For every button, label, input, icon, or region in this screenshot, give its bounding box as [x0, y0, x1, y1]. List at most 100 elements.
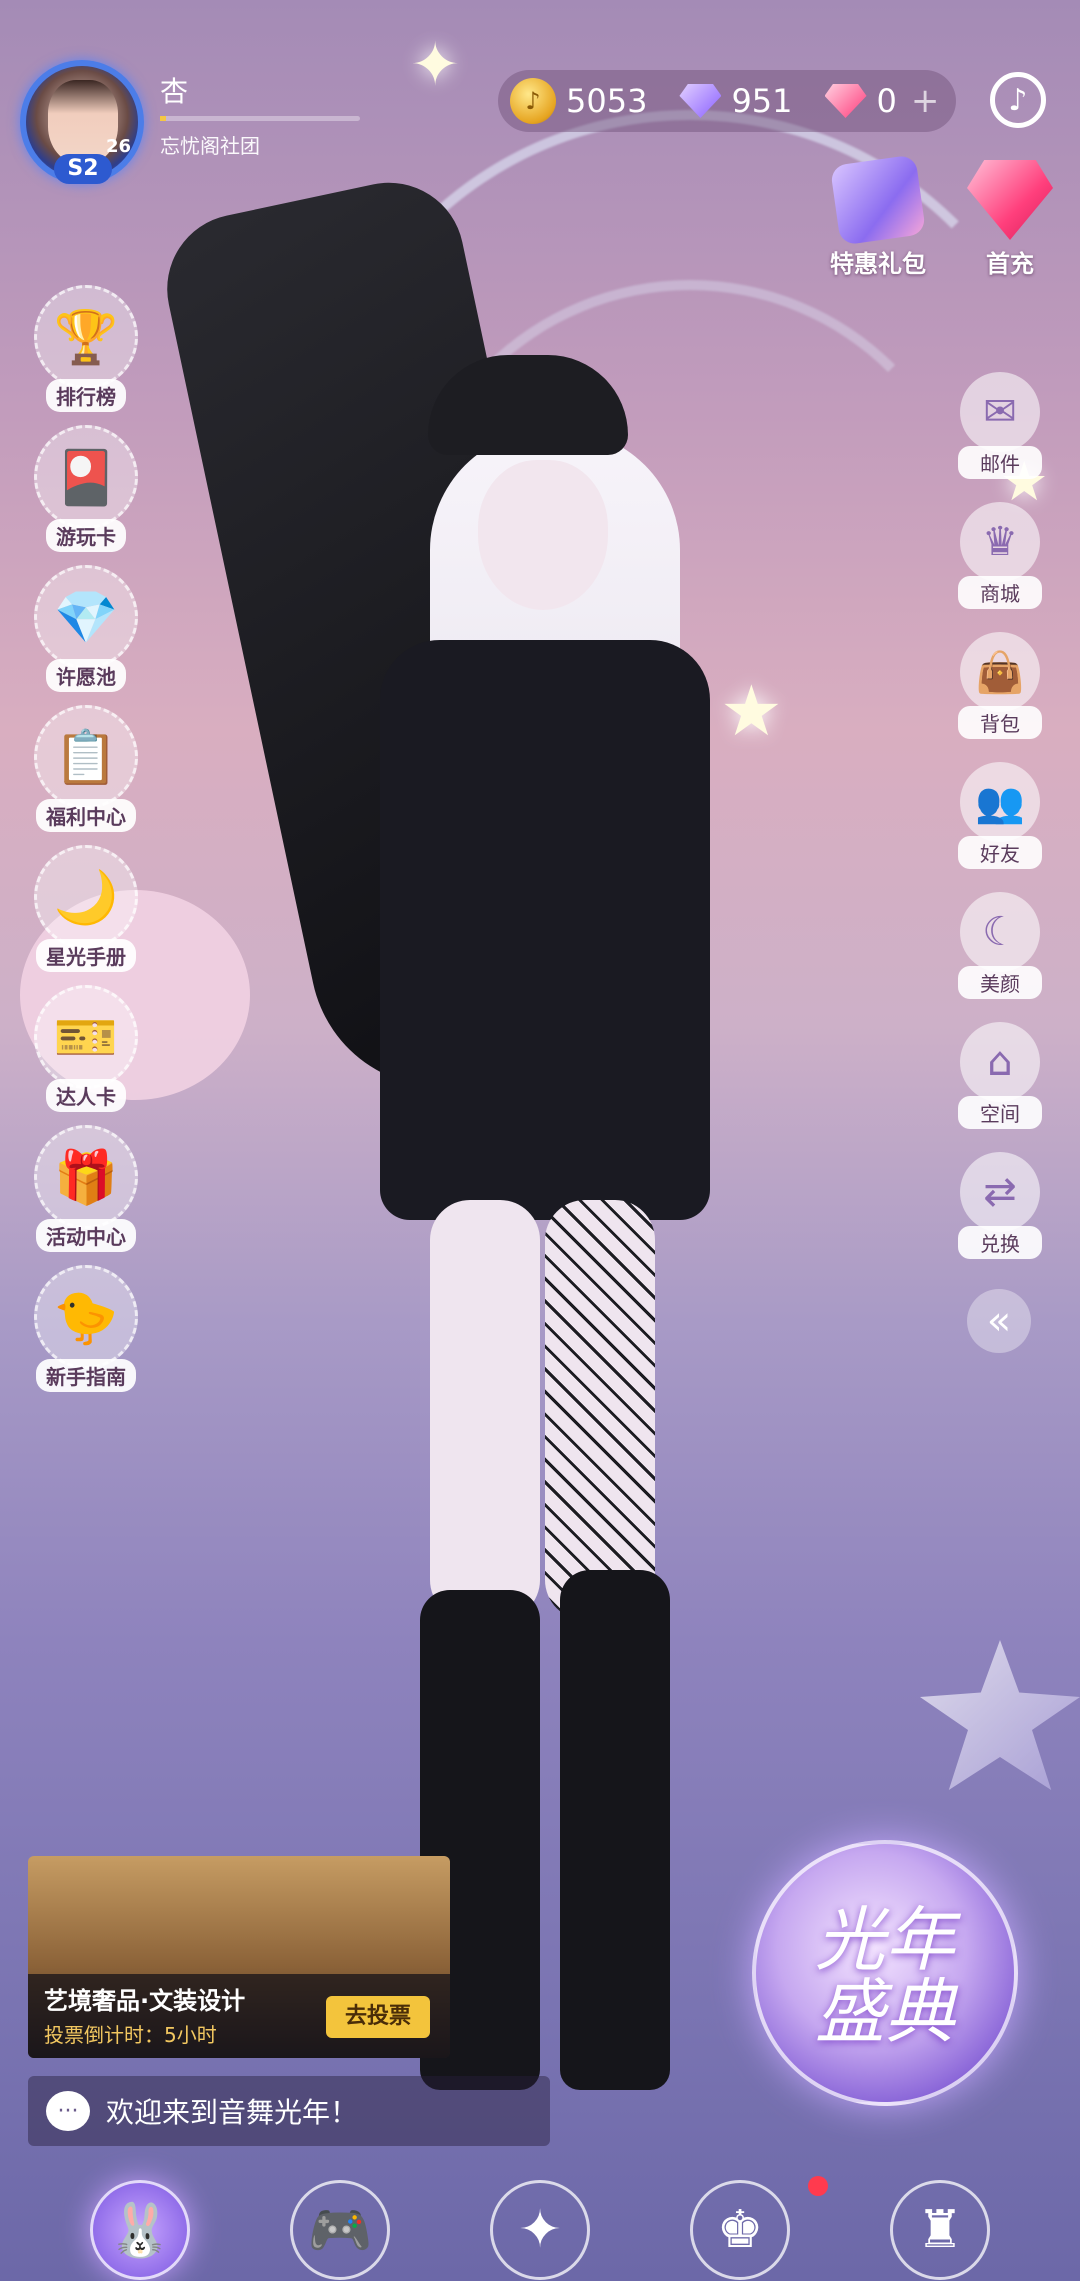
menu-label: 许愿池	[46, 659, 126, 692]
diamond-balance[interactable]: 951	[679, 82, 793, 120]
character-face	[478, 460, 608, 610]
pink-diamond-amount: 0	[876, 82, 897, 120]
menu-label: 邮件	[958, 446, 1042, 479]
event-title: 艺境奢品·文装设计	[44, 1987, 246, 2015]
bottom-navigation: 🐰 🎮 ✦ ♚ ♜	[0, 2180, 1080, 2281]
moon-icon: 🌙	[34, 845, 138, 949]
character-outfit[interactable]	[380, 640, 710, 1220]
diamond-amount: 951	[731, 82, 793, 120]
crystal-icon: 💎	[34, 565, 138, 669]
ruby-icon	[967, 160, 1053, 240]
first-recharge-button[interactable]: 首充	[962, 160, 1058, 279]
menu-wishing-pool[interactable]: 💎 许愿池	[30, 565, 142, 692]
character-boot-right	[560, 1570, 670, 2090]
menu-space[interactable]: ⌂ 空间	[958, 1022, 1042, 1129]
face-icon: ☾	[960, 892, 1040, 972]
menu-leaderboard[interactable]: 🏆 排行榜	[30, 285, 142, 412]
currency-bar: ♪ 5053 951 0 +	[498, 70, 956, 132]
vote-button[interactable]: 去投票	[326, 1996, 430, 2038]
exchange-icon: ⇄	[960, 1152, 1040, 1232]
nav-explore[interactable]: ✦	[490, 2180, 590, 2280]
menu-label: 活动中心	[36, 1219, 136, 1252]
menu-label: 达人卡	[46, 1079, 126, 1112]
menu-exchange[interactable]: ⇄ 兑换	[958, 1152, 1042, 1259]
coin-amount: 5053	[566, 82, 648, 120]
house-icon: ⌂	[960, 1022, 1040, 1102]
first-recharge-label: 首充	[986, 250, 1034, 278]
chat-bar[interactable]: ··· 欢迎来到音舞光年！	[28, 2076, 550, 2146]
star-icon: ★	[720, 670, 783, 752]
gift-pack-button[interactable]: 特惠礼包	[818, 154, 938, 279]
sparkle-icon: ✦	[410, 30, 461, 100]
menu-backpack[interactable]: 👜 背包	[958, 632, 1042, 739]
chat-message: 欢迎来到音舞光年！	[106, 2096, 359, 2129]
festival-title-line2: 盛典	[815, 1971, 955, 2053]
crystal-star-decoration	[920, 1640, 1080, 1790]
menu-label: 空间	[958, 1096, 1042, 1129]
menu-label: 新手指南	[36, 1359, 136, 1392]
menu-label: 背包	[958, 706, 1042, 739]
add-currency-button[interactable]: +	[911, 81, 940, 121]
festival-title-line1: 光年	[815, 1899, 955, 1981]
menu-label: 兑换	[958, 1226, 1042, 1259]
nav-character[interactable]: ♚	[690, 2180, 790, 2280]
rabbit-home-icon: 🐰	[107, 2200, 173, 2261]
menu-welfare-center[interactable]: 📋 福利中心	[30, 705, 142, 832]
menu-label: 游玩卡	[46, 519, 126, 552]
menu-starlight-handbook[interactable]: 🌙 星光手册	[30, 845, 142, 972]
compass-star-icon: ✦	[518, 2200, 562, 2260]
event-banner[interactable]: 艺境奢品·文装设计 投票倒计时：5小时 去投票	[28, 1856, 450, 2058]
pink-diamond-icon	[824, 84, 867, 118]
player-nickname: 杏	[160, 75, 189, 108]
chat-bubble-icon: ···	[46, 2091, 90, 2131]
character-leg-right	[545, 1200, 655, 1620]
menu-label: 星光手册	[36, 939, 136, 972]
menu-label: 美颜	[958, 966, 1042, 999]
music-coin-icon: ♪	[510, 78, 556, 124]
purple-diamond-icon	[679, 84, 722, 118]
menu-label: 好友	[958, 836, 1042, 869]
menu-friends[interactable]: 👥 好友	[958, 762, 1042, 869]
checklist-icon: 📋	[34, 705, 138, 809]
player-profile[interactable]: S2 26 杏 忘忧阁社团	[20, 60, 380, 190]
menu-mail[interactable]: ✉ 邮件	[958, 372, 1042, 479]
notification-badge	[808, 2176, 828, 2196]
club-name[interactable]: 忘忧阁社团	[160, 130, 260, 159]
ticket-icon: 🎫	[34, 985, 138, 1089]
friends-icon: 👥	[960, 762, 1040, 842]
nav-game[interactable]: 🎮	[290, 2180, 390, 2280]
festival-badge[interactable]: 光年 盛典	[752, 1840, 1018, 2106]
coin-balance[interactable]: ♪ 5053	[510, 78, 647, 124]
menu-event-center[interactable]: 🎁 活动中心	[30, 1125, 142, 1252]
card-icon: 🎴	[34, 425, 138, 529]
pink-diamond-balance[interactable]: 0	[824, 82, 897, 120]
mail-icon: ✉	[960, 372, 1040, 452]
music-toggle-button[interactable]: ♪	[990, 72, 1046, 128]
menu-beauty[interactable]: ☾ 美颜	[958, 892, 1042, 999]
collapse-menu-button[interactable]: «	[967, 1289, 1031, 1353]
gift-box-icon	[829, 154, 927, 246]
menu-shop[interactable]: ♛ 商城	[958, 502, 1042, 609]
chick-icon: 🐤	[34, 1265, 138, 1369]
nav-wardrobe[interactable]: ♜	[890, 2180, 990, 2280]
wardrobe-icon: ♜	[916, 2200, 964, 2260]
menu-label: 排行榜	[46, 379, 126, 412]
gamepad-icon: 🎮	[307, 2200, 373, 2261]
bag-icon: 👜	[960, 632, 1040, 712]
experience-bar	[160, 116, 360, 121]
giftbox-icon: 🎁	[34, 1125, 138, 1229]
menu-beginner-guide[interactable]: 🐤 新手指南	[30, 1265, 142, 1392]
character-icon: ♚	[716, 2200, 764, 2260]
trophy-icon: 🏆	[34, 285, 138, 389]
menu-expert-card[interactable]: 🎫 达人卡	[30, 985, 142, 1112]
level-badge: 26	[106, 136, 132, 157]
event-countdown: 投票倒计时：5小时	[44, 2023, 217, 2047]
double-chevron-left-icon: «	[986, 1298, 1012, 1344]
nav-home[interactable]: 🐰	[90, 2180, 190, 2280]
menu-label: 商城	[958, 576, 1042, 609]
menu-label: 福利中心	[36, 799, 136, 832]
menu-play-card[interactable]: 🎴 游玩卡	[30, 425, 142, 552]
character-leg-left	[430, 1200, 540, 1620]
crown-shop-icon: ♛	[960, 502, 1040, 582]
gift-pack-label: 特惠礼包	[830, 250, 926, 278]
